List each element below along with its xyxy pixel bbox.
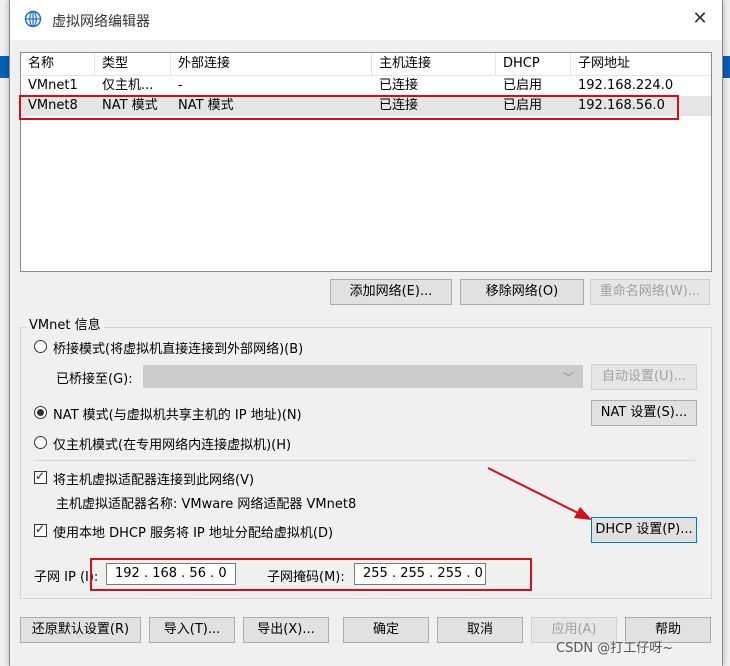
add-network-button[interactable]: 添加网络(E)... (330, 279, 452, 305)
use-dhcp-checkbox[interactable]: ✓ (34, 522, 47, 537)
column-header-dhcp[interactable]: DHCP (496, 53, 571, 75)
export-button[interactable]: 导出(X)... (243, 617, 329, 643)
column-header-name[interactable]: 名称 (21, 53, 95, 75)
annotation-highlight-vmnet8 (19, 95, 679, 120)
cell-type: 仅主机... (102, 78, 154, 93)
cell-subnet: 192.168.224.0 (578, 78, 674, 93)
annotation-highlight-subnet (90, 558, 532, 591)
separator (35, 460, 695, 461)
chevron-down-icon: ﹀ (563, 371, 574, 384)
table-row[interactable]: VMnet1 仅主机... - 已连接 已启用 192.168.224.0 (21, 76, 711, 96)
host-only-radio[interactable] (34, 436, 47, 449)
bridged-to-select[interactable] (143, 365, 583, 388)
bridge-mode-label[interactable]: 桥接模式(将虚拟机直接连接到外部网络)(B) (53, 338, 303, 357)
watermark-text: CSDN @打工仔呀~ (556, 641, 674, 656)
ok-button[interactable]: 确定 (343, 617, 429, 643)
checkmark-icon: ✓ (35, 522, 46, 536)
connect-adapter-label[interactable]: 将主机虚拟适配器连接到此网络(V) (53, 469, 254, 488)
table-header: 名称 类型 外部连接 主机连接 DHCP 子网地址 (21, 53, 711, 76)
column-header-host[interactable]: 主机连接 (372, 53, 496, 75)
cancel-button[interactable]: 取消 (437, 617, 523, 643)
column-header-type[interactable]: 类型 (95, 53, 171, 75)
dhcp-settings-button[interactable]: DHCP 设置(P)... (591, 517, 697, 543)
annotation-arrow-icon (487, 467, 592, 520)
nat-mode-label[interactable]: NAT 模式(与虚拟机共享主机的 IP 地址)(N) (53, 404, 302, 423)
use-dhcp-label[interactable]: 使用本地 DHCP 服务将 IP 地址分配给虚拟机(D) (53, 522, 333, 541)
rename-network-button[interactable]: 重命名网络(W)... (590, 279, 710, 305)
column-header-subnet[interactable]: 子网地址 (571, 53, 711, 75)
virtual-network-editor-dialog: 虚拟网络编辑器 ✕ 名称 类型 外部连接 主机连接 DHCP 子网地址 VMne… (9, 0, 723, 666)
auto-settings-button[interactable]: 自动设置(U)... (591, 364, 697, 390)
network-globe-icon (24, 10, 42, 28)
bridged-to-label: 已桥接至(G): (56, 372, 133, 387)
restore-defaults-button[interactable]: 还原默认设置(R) (20, 617, 141, 643)
vmnet-info-label: VMnet 信息 (26, 314, 104, 333)
column-header-external[interactable]: 外部连接 (171, 53, 372, 75)
network-table[interactable]: 名称 类型 外部连接 主机连接 DHCP 子网地址 VMnet1 仅主机... … (20, 52, 712, 272)
subnet-ip-label: 子网 IP (I): (34, 570, 99, 585)
cell-dhcp: 已启用 (503, 78, 543, 93)
remove-network-button[interactable]: 移除网络(O) (460, 279, 584, 305)
import-button[interactable]: 导入(T)... (149, 617, 235, 643)
host-only-label[interactable]: 仅主机模式(在专用网络内连接虚拟机)(H) (53, 434, 291, 453)
bridge-mode-radio[interactable] (34, 340, 47, 353)
nat-settings-button[interactable]: NAT 设置(S)... (591, 400, 697, 426)
checkmark-icon: ✓ (35, 469, 46, 483)
cell-external: - (178, 78, 183, 93)
cell-name: VMnet1 (28, 78, 78, 93)
adapter-name-text: 主机虚拟适配器名称: VMware 网络适配器 VMnet8 (56, 497, 357, 512)
close-icon[interactable]: ✕ (682, 4, 718, 34)
title-bar: 虚拟网络编辑器 ✕ (10, 0, 722, 40)
connect-adapter-checkbox[interactable]: ✓ (34, 469, 47, 484)
window-title: 虚拟网络编辑器 (52, 14, 150, 30)
nat-mode-radio[interactable] (34, 406, 47, 419)
cell-host: 已连接 (379, 78, 419, 93)
